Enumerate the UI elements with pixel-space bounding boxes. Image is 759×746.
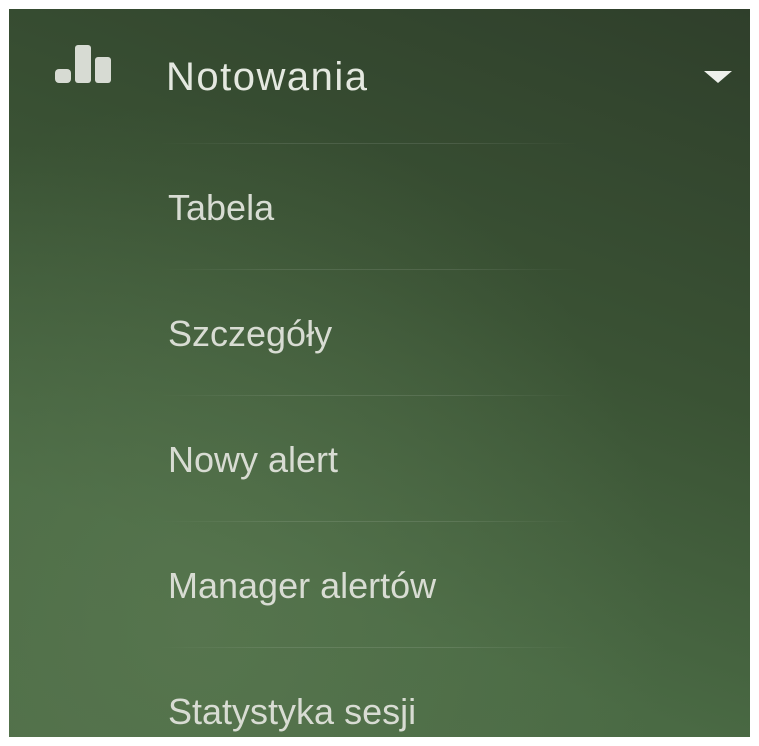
- bar-chart-icon-bar: [95, 57, 111, 83]
- menu-header-notowania[interactable]: Notowania: [9, 9, 750, 144]
- menu-item-nowy-alert[interactable]: Nowy alert: [9, 396, 750, 522]
- bar-chart-icon-bar: [55, 69, 71, 83]
- caret-down-icon[interactable]: [704, 71, 732, 83]
- menu-item-manager-alertow[interactable]: Manager alertów: [9, 522, 750, 648]
- menu-item-label: Statystyka sesji: [168, 691, 417, 732]
- menu-item-label: Manager alertów: [168, 565, 437, 606]
- bar-chart-icon-bar: [75, 45, 91, 83]
- bar-chart-icon: [55, 45, 127, 83]
- menu-item-tabela[interactable]: Tabela: [9, 144, 750, 270]
- side-menu: Notowania Tabela Szczegóły Nowy alert Ma…: [9, 9, 750, 737]
- menu-item-szczegoly[interactable]: Szczegóły: [9, 270, 750, 396]
- menu-item-label: Szczegóły: [168, 313, 333, 354]
- menu-item-label: Tabela: [168, 187, 275, 228]
- menu-item-statystyka-sesji[interactable]: Statystyka sesji: [9, 648, 750, 737]
- menu-item-label: Nowy alert: [168, 439, 339, 480]
- submenu-list: Tabela Szczegóły Nowy alert Manager aler…: [9, 144, 750, 737]
- menu-header-label: Notowania: [166, 55, 369, 99]
